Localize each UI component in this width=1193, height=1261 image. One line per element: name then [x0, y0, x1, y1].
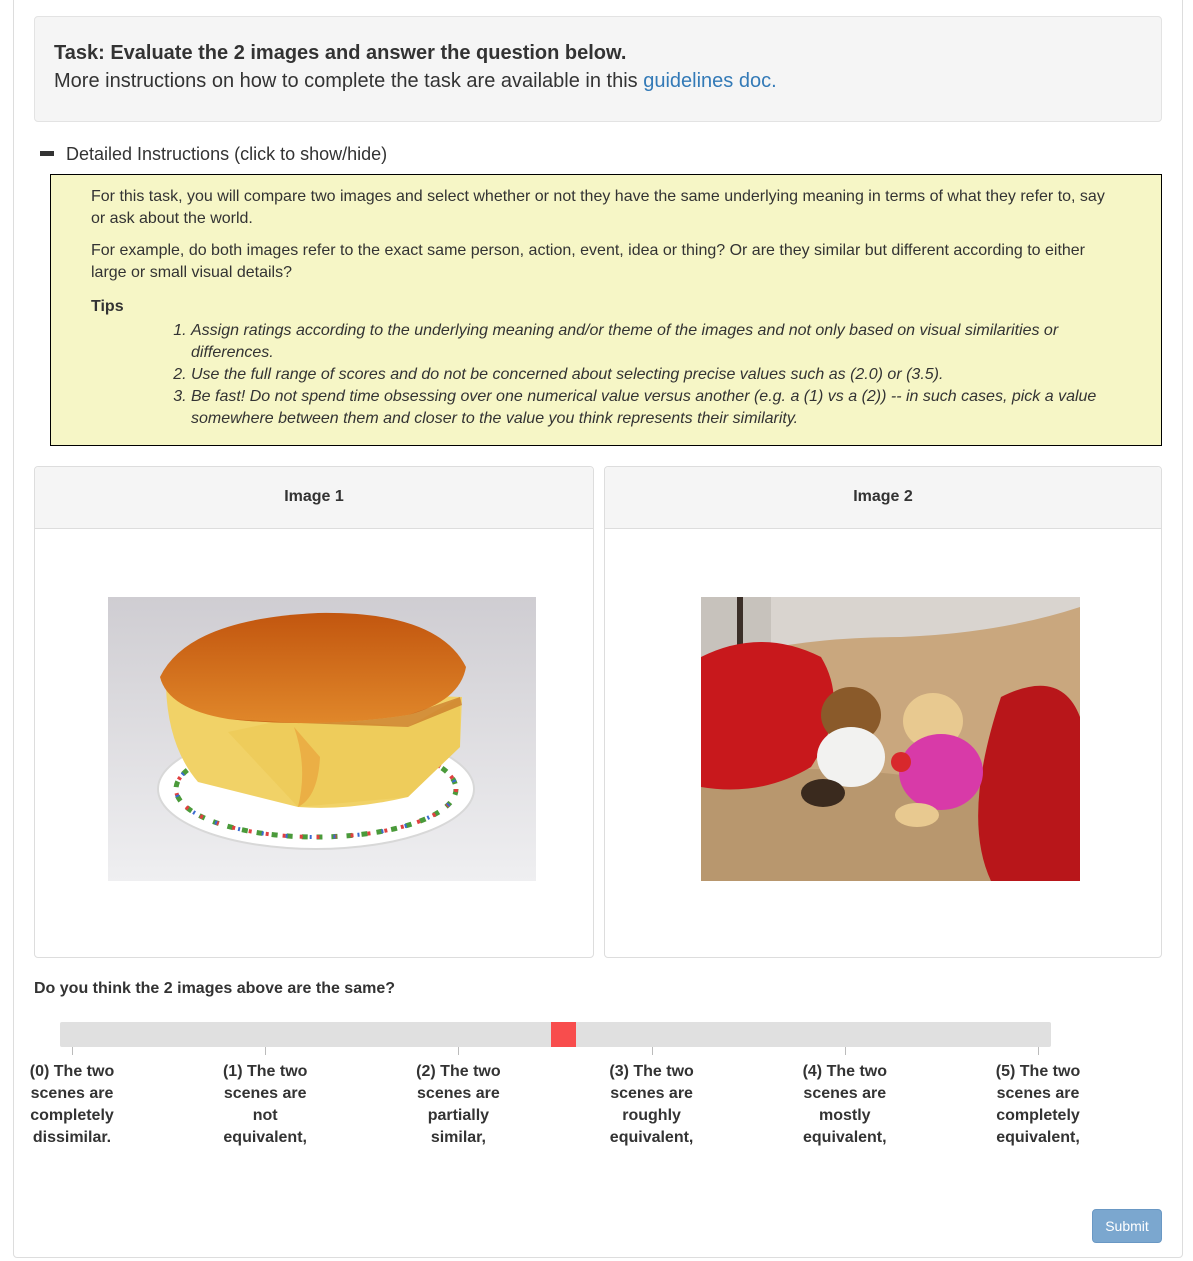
- slider-tick: [265, 1047, 267, 1055]
- tip-item: Assign ratings according to the underlyi…: [191, 320, 1121, 364]
- task-title: Task: Evaluate the 2 images and answer t…: [54, 42, 627, 64]
- slider-tick: [651, 1047, 653, 1055]
- tips-list: Assign ratings according to the underlyi…: [91, 320, 1121, 430]
- similarity-slider-handle[interactable]: [550, 1022, 576, 1047]
- task-subtitle-text: More instructions on how to complete the…: [54, 70, 644, 92]
- slider-tick-label: (1) The two scenes are not equivalent,: [222, 1063, 308, 1146]
- slider-tick-label: (5) The two scenes are completely equiva…: [995, 1063, 1081, 1146]
- similarity-slider-track[interactable]: [60, 1022, 1051, 1047]
- tip-item: Use the full range of scores and do not …: [191, 364, 1121, 386]
- instructions-paragraph-2: For example, do both images refer to the…: [91, 242, 1086, 281]
- slider-tick-label: (2) The two scenes are partially similar…: [416, 1063, 501, 1146]
- image-2-title: Image 2: [605, 467, 1161, 529]
- image-2-photo-teddy-bears: [701, 597, 1080, 881]
- image-1-photo-cake: [108, 597, 536, 881]
- instructions-panel: For this task, you will compare two imag…: [50, 174, 1162, 446]
- teddy-bears-photo-svg: [701, 597, 1080, 881]
- slider-tick-label: (4) The two scenes are mostly equivalent…: [802, 1063, 888, 1146]
- image-2-panel: Image 2: [604, 466, 1162, 958]
- cake-photo-svg: [108, 597, 536, 881]
- slider-tick-label: (3) The two scenes are roughly equivalen…: [609, 1063, 694, 1146]
- submit-button[interactable]: Submit: [1092, 1209, 1162, 1243]
- guidelines-link[interactable]: guidelines doc.: [643, 70, 776, 92]
- slider-tick: [72, 1047, 73, 1055]
- collapse-minus-icon: [40, 150, 54, 156]
- image-1-title: Image 1: [35, 467, 593, 529]
- slider-tick: [844, 1047, 846, 1055]
- similarity-question: Do you think the 2 images above are the …: [34, 980, 395, 997]
- task-header: Task: Evaluate the 2 images and answer t…: [34, 16, 1162, 122]
- image-1-panel: Image 1: [34, 466, 594, 958]
- task-subtitle: More instructions on how to complete the…: [54, 67, 1142, 95]
- instructions-paragraph-1: For this task, you will compare two imag…: [91, 188, 1105, 227]
- slider-tick-label: (0) The two scenes are completely dissim…: [29, 1063, 115, 1146]
- slider-tick: [1038, 1047, 1039, 1055]
- instructions-toggle-label: Detailed Instructions (click to show/hid…: [66, 144, 388, 164]
- instructions-toggle[interactable]: Detailed Instructions (click to show/hid…: [40, 142, 387, 166]
- tip-item: Be fast! Do not spend time obsessing ove…: [191, 386, 1121, 430]
- tips-heading: Tips: [91, 298, 124, 315]
- slider-tick: [458, 1047, 460, 1055]
